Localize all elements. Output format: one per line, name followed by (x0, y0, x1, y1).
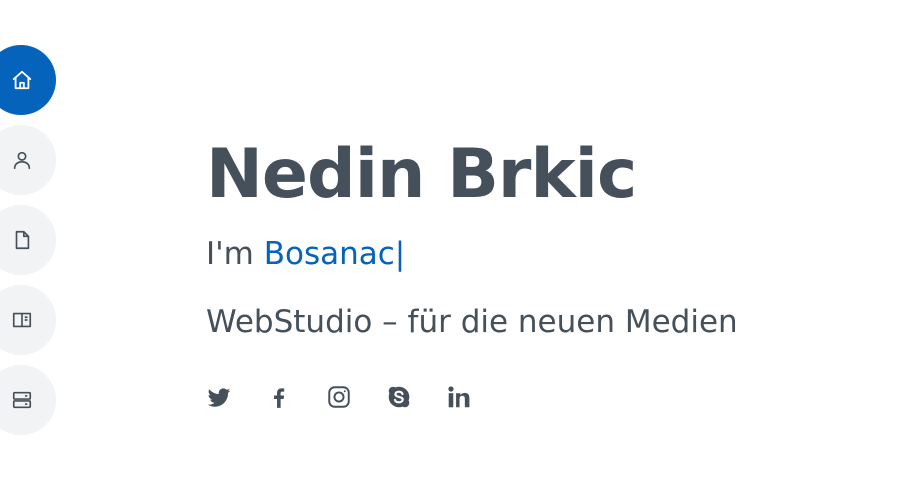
twitter-link[interactable] (206, 384, 232, 410)
nav-about-button[interactable] (0, 125, 56, 195)
file-icon (11, 229, 33, 251)
page: Nedin Brkic I'm Bosanac| WebStudio – für… (0, 0, 912, 497)
nav-portfolio-button[interactable] (0, 285, 56, 355)
facebook-link[interactable] (266, 384, 292, 410)
nav-home-button[interactable] (0, 45, 56, 115)
instagram-icon (326, 384, 352, 410)
typed-prefix: I'm (206, 236, 264, 272)
book-icon (11, 309, 33, 331)
home-icon (11, 69, 33, 91)
linkedin-icon (446, 384, 472, 410)
hero-name: Nedin Brkic (206, 135, 637, 214)
typed-word: Bosanac (263, 236, 395, 272)
server-icon (11, 389, 33, 411)
instagram-link[interactable] (326, 384, 352, 410)
nav-services-button[interactable] (0, 365, 56, 435)
hero-tagline: WebStudio – für die neuen Medien (206, 304, 738, 340)
typed-line: I'm Bosanac| (206, 232, 405, 276)
skype-link[interactable] (386, 384, 412, 410)
twitter-icon (206, 384, 232, 410)
social-links (206, 384, 472, 410)
linkedin-link[interactable] (446, 384, 472, 410)
skype-icon (386, 384, 412, 410)
nav-resume-button[interactable] (0, 205, 56, 275)
facebook-icon (266, 384, 292, 410)
user-icon (11, 149, 33, 171)
typed-cursor: | (394, 236, 406, 272)
